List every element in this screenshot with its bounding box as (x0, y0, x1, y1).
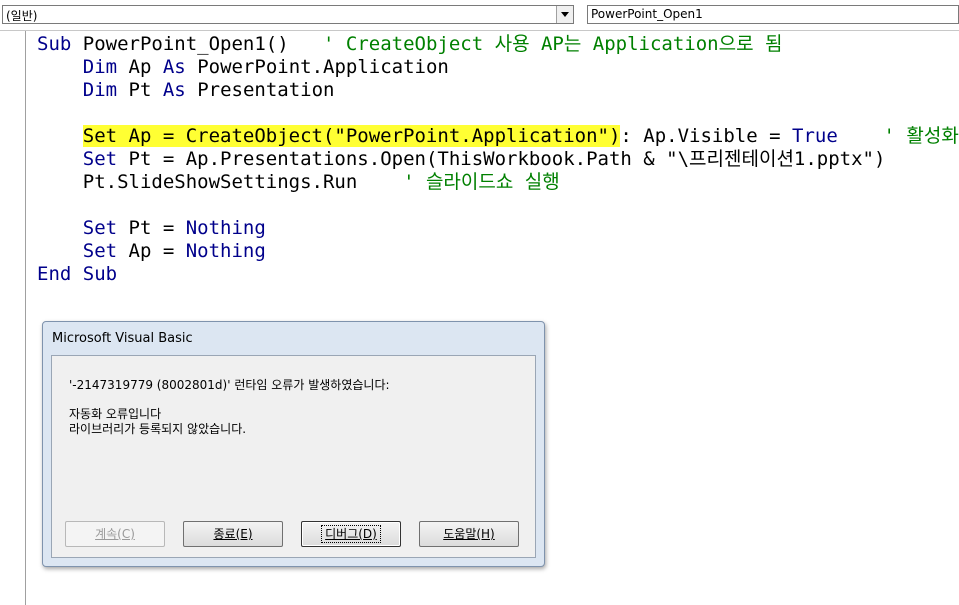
debug-button[interactable]: 디버그(D) (301, 521, 401, 547)
dialog-title: Microsoft Visual Basic (52, 331, 193, 346)
code-token: End Sub (37, 263, 118, 285)
procedure-dropdown-value: PowerPoint_Open1 (591, 7, 703, 21)
code-line: Set Ap = Nothing (37, 240, 959, 263)
code-line-error: Set Ap = CreateObject("PowerPoint.Applic… (37, 125, 959, 148)
code-token: Pt.SlideShowSettings.Run (82, 171, 404, 193)
code-token: Pt (117, 79, 163, 101)
code-line: Dim Pt As Presentation (37, 79, 959, 102)
code-token: Ap (117, 56, 163, 78)
code-token: Dim (82, 79, 118, 101)
code-token: Set (82, 217, 118, 239)
code-token: As (162, 56, 186, 78)
procedure-dropdown[interactable]: PowerPoint_Open1 (587, 5, 959, 24)
code-token: Nothing (185, 217, 266, 239)
code-line: Set Pt = Nothing (37, 217, 959, 240)
code-token: Pt = Ap.Presentations.Open(ThisWorkbook.… (117, 148, 886, 170)
code-token: True (792, 125, 838, 147)
code-token: Ap = (117, 240, 186, 262)
help-button-label: 도움말(H) (443, 527, 495, 541)
end-button[interactable]: 종료(E) (183, 521, 283, 547)
code-line: Dim Ap As PowerPoint.Application (37, 56, 959, 79)
code-token: Dim (82, 56, 118, 78)
error-message-line2: 라이브러리가 등록되지 않았습니다. (69, 422, 247, 436)
code-comment: ' 슬라이드쇼 실행 (403, 171, 560, 193)
code-token: Presentation (185, 79, 335, 101)
code-token: : Ap.Visible = (620, 125, 792, 147)
code-token: As (162, 79, 186, 101)
runtime-error-dialog: Microsoft Visual Basic '-2147319779 (800… (42, 321, 545, 567)
error-code-text: '-2147319779 (8002801d)' 런타임 오류가 발생하였습니다… (69, 378, 390, 392)
code-line: Sub PowerPoint_Open1() ' CreateObject 사용… (37, 33, 959, 56)
code-token: PowerPoint_Open1() (71, 33, 323, 55)
code-token: Set (82, 148, 118, 170)
code-token: Set (82, 240, 118, 262)
code-token: PowerPoint.Application (185, 56, 449, 78)
object-dropdown[interactable]: (일반) (2, 5, 574, 24)
help-button[interactable]: 도움말(H) (419, 521, 519, 547)
code-comment: ' CreateObject 사용 AP는 Application으로 됨 (323, 33, 783, 55)
debug-button-label: 디버그(D) (321, 525, 381, 543)
object-dropdown-value: (일반) (6, 9, 38, 23)
code-line: Pt.SlideShowSettings.Run ' 슬라이드쇼 실행 (37, 171, 959, 194)
chevron-down-icon[interactable] (556, 6, 573, 23)
code-window-toolbar: (일반) PowerPoint_Open1 (0, 0, 959, 31)
code-comment: ' 활성화 (883, 125, 959, 147)
code-token: Nothing (185, 240, 266, 262)
end-button-label: 종료(E) (213, 527, 253, 541)
code-line: End Sub (37, 263, 959, 286)
margin-indicator-bar[interactable] (0, 31, 26, 605)
error-highlight: Set Ap = CreateObject("PowerPoint.Applic… (82, 125, 621, 147)
continue-button: 계속(C) (65, 521, 165, 547)
code-line: Set Pt = Ap.Presentations.Open(ThisWorkb… (37, 148, 959, 171)
code-token: Sub (37, 33, 72, 55)
code-editor[interactable]: Sub PowerPoint_Open1() ' CreateObject 사용… (37, 33, 959, 286)
code-token: Pt = (117, 217, 186, 239)
continue-button-label: 계속(C) (95, 527, 135, 541)
